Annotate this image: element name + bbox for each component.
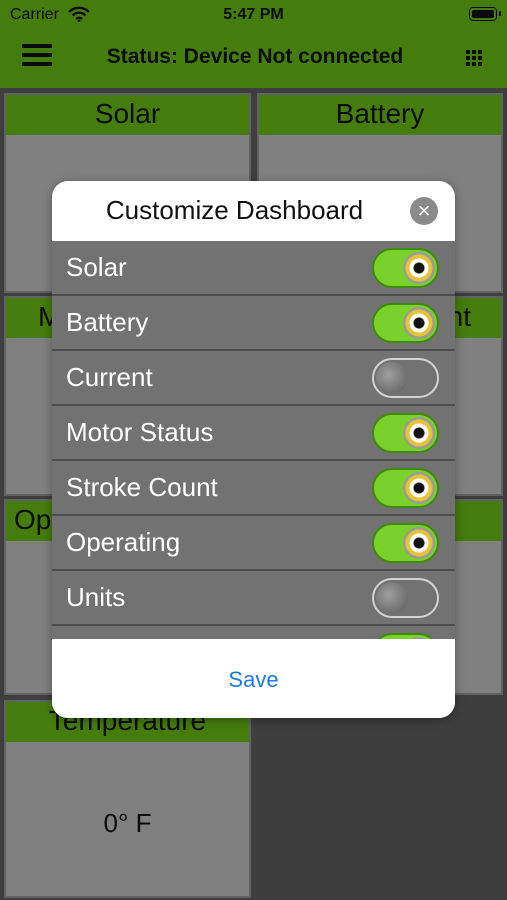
close-icon[interactable]: ×: [410, 197, 438, 225]
list-item-solar: Solar: [52, 241, 455, 296]
current-toggle[interactable]: [372, 358, 439, 398]
list-item-label: Motor Status: [66, 417, 214, 447]
stroke-count-toggle[interactable]: [372, 468, 439, 508]
save-button[interactable]: Save: [52, 667, 455, 693]
solar-toggle[interactable]: [372, 248, 439, 288]
list-item-units: Units: [52, 571, 455, 626]
list-item-label: Battery: [66, 307, 149, 337]
list-item-partial: [52, 626, 455, 639]
list-item-battery: Battery: [52, 296, 455, 351]
list-item-operating: Operating: [52, 516, 455, 571]
toggle-knob: [403, 527, 435, 559]
operating-toggle[interactable]: [372, 523, 439, 563]
list-item-label: Units: [66, 582, 126, 612]
list-item-motor-status: Motor Status: [52, 406, 455, 461]
list-item-current: Current: [52, 351, 455, 406]
list-item-label: Stroke Count: [66, 472, 218, 502]
toggle-knob: [403, 252, 435, 284]
toggle-knob: [376, 582, 408, 614]
units-toggle[interactable]: [372, 578, 439, 618]
dialog-title: Customize Dashboard: [105, 195, 364, 225]
list-item-label: Current: [66, 362, 153, 392]
customize-dashboard-dialog: Customize Dashboard × Solar Battery Curr…: [52, 181, 455, 718]
motor-status-toggle[interactable]: [372, 413, 439, 453]
toggle-knob: [376, 362, 408, 394]
list-item-stroke-count: Stroke Count: [52, 461, 455, 516]
toggle-knob: [403, 307, 435, 339]
dialog-footer: Save: [52, 639, 455, 718]
battery-toggle[interactable]: [372, 303, 439, 343]
toggle-knob: [403, 417, 435, 449]
toggle-knob: [403, 472, 435, 504]
dashboard-item-list[interactable]: Solar Battery Current Motor Status Strok…: [52, 241, 455, 639]
list-item-label: Operating: [66, 527, 181, 557]
list-item-label: Solar: [66, 252, 127, 282]
